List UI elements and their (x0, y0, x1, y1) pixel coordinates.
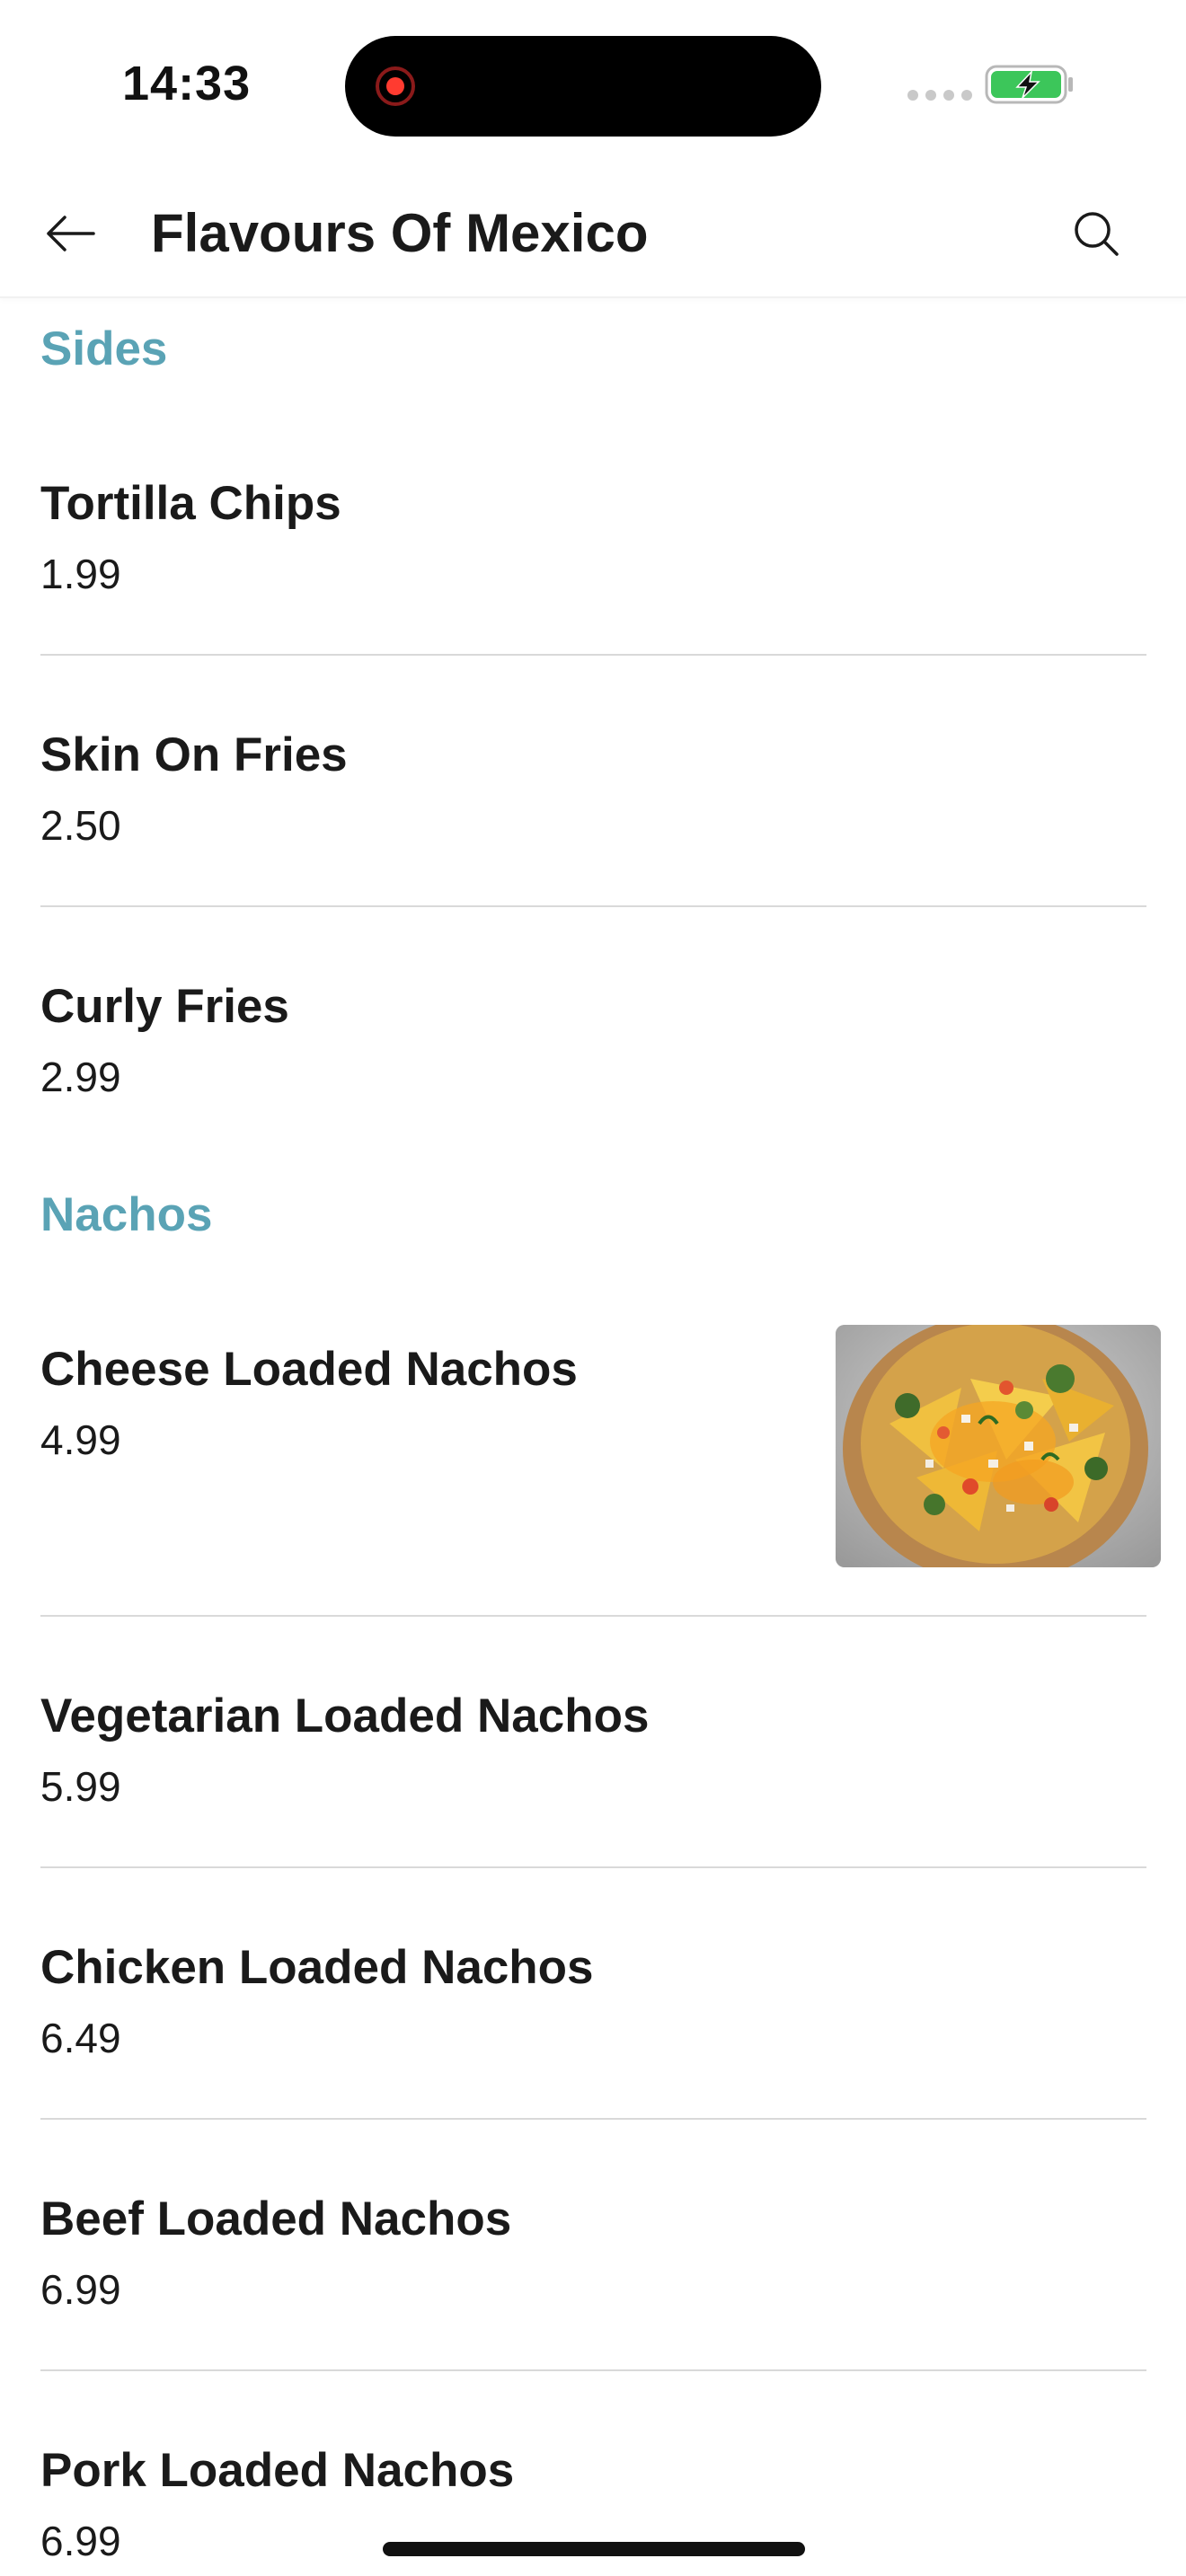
back-arrow-icon (47, 216, 95, 251)
item-name: Skin On Fries (40, 728, 348, 781)
item-name: Cheese Loaded Nachos (40, 1343, 578, 1396)
nachos-photo-illustration (836, 1325, 1161, 1567)
menu-item[interactable]: Cheese Loaded Nachos 4.99 (0, 1320, 1186, 1617)
item-name: Tortilla Chips (40, 477, 341, 530)
battery-charging-icon (985, 65, 1073, 104)
divider (40, 2118, 1146, 2120)
item-price: 2.99 (40, 1054, 121, 1100)
menu-item[interactable]: Vegetarian Loaded Nachos 5.99 (0, 1680, 1186, 1868)
divider (40, 2369, 1146, 2371)
item-price: 6.99 (40, 2266, 121, 2313)
item-name: Beef Loaded Nachos (40, 2192, 512, 2245)
menu-item[interactable]: Chicken Loaded Nachos 6.49 (0, 1931, 1186, 2120)
menu-item[interactable]: Tortilla Chips 1.99 (0, 467, 1186, 656)
home-indicator[interactable] (383, 2542, 805, 2556)
menu-item[interactable]: Skin On Fries 2.50 (0, 719, 1186, 907)
item-name: Vegetarian Loaded Nachos (40, 1689, 650, 1742)
divider (40, 654, 1146, 656)
item-name: Pork Loaded Nachos (40, 2444, 515, 2497)
cellular-signal-icon (907, 90, 972, 101)
item-price: 6.99 (40, 2518, 121, 2564)
divider (40, 905, 1146, 907)
menu-item[interactable]: Beef Loaded Nachos 6.99 (0, 2183, 1186, 2371)
divider (40, 1615, 1146, 1617)
page-title: Flavours Of Mexico (151, 203, 649, 263)
status-time: 14:33 (122, 57, 252, 110)
item-price: 2.50 (40, 802, 121, 849)
section-header-sides: Sides (40, 322, 168, 375)
nachos-photo (836, 1325, 1161, 1567)
menu-item[interactable]: Curly Fries 2.99 (0, 970, 1186, 1132)
search-icon (1075, 212, 1119, 256)
section-header-nachos: Nachos (40, 1188, 213, 1241)
item-name: Chicken Loaded Nachos (40, 1941, 594, 1994)
item-price: 5.99 (40, 1763, 121, 1810)
item-price: 6.49 (40, 2015, 121, 2061)
item-name: Curly Fries (40, 980, 289, 1033)
dynamic-island (345, 36, 821, 137)
divider (40, 1866, 1146, 1868)
status-bar: 14:33 (0, 0, 1186, 171)
app-header: Flavours Of Mexico (0, 171, 1186, 298)
record-dot-icon (376, 66, 415, 106)
search-button[interactable] (1060, 198, 1132, 269)
item-price: 1.99 (40, 551, 121, 597)
item-price: 4.99 (40, 1416, 121, 1463)
back-button[interactable] (34, 198, 106, 269)
